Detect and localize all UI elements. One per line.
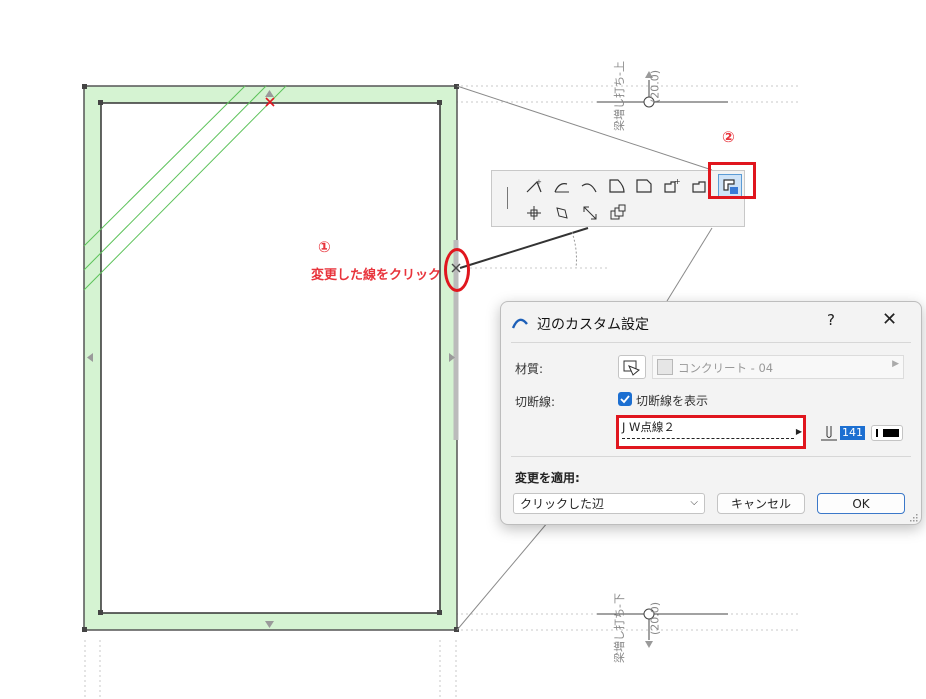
add-polygon-icon[interactable]: + — [662, 176, 682, 196]
palette-separator — [507, 187, 508, 209]
ok-button[interactable]: OK — [817, 493, 905, 514]
step3-highlight-box — [616, 415, 806, 449]
material-swatch — [657, 359, 673, 375]
multiply-icon[interactable] — [608, 203, 628, 223]
offset-edge-icon[interactable] — [580, 203, 600, 223]
annotation-step1-text: 変更した線をクリック — [311, 268, 442, 283]
material-field[interactable]: コンクリート - 04 ▶ — [652, 355, 904, 379]
apply-target-select[interactable]: クリックした辺 ⌵ — [513, 493, 705, 514]
elevation-value-bottom: (20.0) — [648, 601, 662, 636]
svg-text:+: + — [536, 178, 542, 186]
move-icon[interactable] — [524, 203, 544, 223]
pen-icon — [819, 424, 839, 445]
fillet-icon[interactable] — [607, 176, 627, 196]
pet-palette: + + - — [491, 170, 745, 227]
custom-edge-settings-dialog: 辺のカスタム設定 ? ✕ 材質: コンクリート - 04 ▶ 切断線: 切断線を… — [500, 301, 922, 525]
subtract-polygon-icon[interactable]: - — [690, 176, 710, 196]
curve-edge-icon[interactable] — [552, 176, 572, 196]
material-label: 材質: — [515, 362, 544, 376]
hatch-lines — [83, 85, 287, 291]
cutline-label: 切断線: — [515, 395, 556, 409]
elevation-label-bottom: 梁増し打ち-下 — [613, 593, 626, 663]
archicad-logo-icon — [511, 318, 528, 329]
cancel-button[interactable]: キャンセル — [717, 493, 805, 514]
svg-text:-: - — [703, 178, 706, 186]
elevation-value-top: (20.0) — [648, 69, 662, 104]
annotation-step2-number: ② — [722, 128, 735, 146]
material-value: コンクリート - 04 — [678, 361, 774, 375]
step2-highlight-box — [708, 162, 756, 199]
insert-node-icon[interactable]: + — [524, 176, 544, 196]
material-picker-button[interactable] — [618, 355, 646, 379]
elevation-label-top: 梁増し打ち-上 — [613, 61, 626, 131]
help-button[interactable]: ? — [827, 311, 835, 329]
chevron-down-icon: ⌵ — [690, 497, 698, 508]
apply-changes-label: 変更を適用: — [515, 471, 580, 485]
resize-grip-icon[interactable] — [908, 511, 918, 522]
close-button[interactable]: ✕ — [882, 309, 897, 330]
show-cutline-label[interactable]: 切断線を表示 — [636, 392, 708, 409]
svg-text:+: + — [674, 178, 681, 186]
pen-color-swatch[interactable] — [871, 425, 903, 441]
annotation-step1-number: ① — [318, 238, 331, 256]
slab-outline[interactable] — [83, 85, 459, 631]
pen-number-field[interactable]: 141 — [840, 426, 865, 440]
dialog-title: 辺のカスタム設定 — [537, 317, 649, 333]
material-arrow-icon: ▶ — [892, 359, 899, 369]
chamfer-icon[interactable] — [634, 176, 654, 196]
arc-edge-icon[interactable] — [579, 176, 599, 196]
clicked-edge-highlight — [444, 248, 470, 292]
show-cutline-checkbox[interactable] — [618, 392, 632, 406]
rotate-icon[interactable] — [552, 203, 572, 223]
